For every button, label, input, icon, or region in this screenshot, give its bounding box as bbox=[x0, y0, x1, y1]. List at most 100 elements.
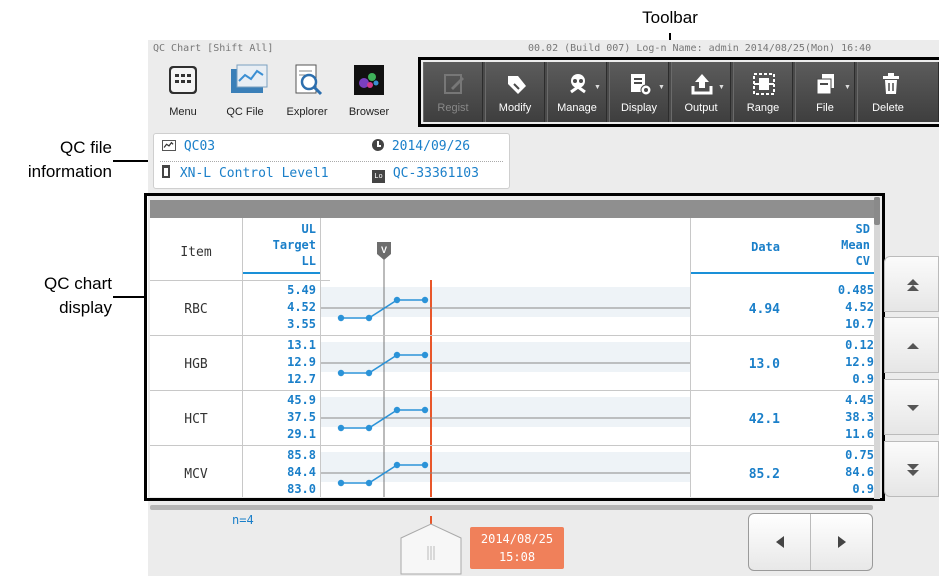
output-dropdown-arrow: ▼ bbox=[718, 84, 725, 91]
file-button[interactable]: ▼ File bbox=[795, 62, 855, 122]
manage-dropdown-arrow: ▼ bbox=[594, 84, 601, 91]
qc-info-divider bbox=[160, 161, 503, 162]
display-button[interactable]: ▼ Display bbox=[609, 62, 669, 122]
previous-button[interactable] bbox=[749, 514, 811, 570]
browser-icon bbox=[354, 65, 384, 95]
header-limits-underline bbox=[242, 272, 320, 274]
row-sd: 0.485 bbox=[837, 283, 874, 297]
annotation-qc-file-info-line bbox=[113, 160, 153, 162]
range-label: Range bbox=[746, 102, 780, 114]
grid-menu-icon bbox=[169, 66, 197, 94]
row-data-point[interactable] bbox=[365, 479, 373, 487]
output-button[interactable]: ▼ Output bbox=[671, 62, 731, 122]
clock-icon bbox=[372, 139, 384, 151]
explorer-icon bbox=[295, 64, 323, 96]
header-stats-underline bbox=[690, 272, 874, 274]
row-upper-limit: 5.49 bbox=[287, 283, 316, 297]
row-data-point[interactable] bbox=[393, 351, 401, 359]
col-divider-1 bbox=[242, 218, 243, 497]
display-settings-icon bbox=[631, 74, 652, 96]
row-sd: 4.45 bbox=[845, 393, 874, 407]
row-data-point[interactable] bbox=[421, 351, 429, 359]
row-mean: 12.9 bbox=[845, 355, 874, 369]
scroll-down-button[interactable] bbox=[884, 379, 939, 435]
delete-button[interactable]: Delete bbox=[857, 62, 939, 122]
modify-button[interactable]: Modify bbox=[485, 62, 545, 122]
scroll-bottom-button[interactable] bbox=[884, 441, 939, 497]
annotation-qc-file-info-line2: information bbox=[27, 162, 112, 181]
row-divider bbox=[150, 445, 874, 446]
regist-button[interactable]: Regist bbox=[423, 62, 483, 122]
qc-lot: QC-33361103 bbox=[392, 166, 479, 181]
file-label: File bbox=[816, 102, 834, 114]
scroll-up-button[interactable] bbox=[884, 317, 939, 373]
row-data-point[interactable] bbox=[365, 369, 373, 377]
qc-lot-row: Lo QC-33361103 bbox=[372, 163, 479, 185]
qc-chart-display: Item UL Target LL Data SD Mean CV V RBC 5… bbox=[150, 200, 874, 497]
row-data-point[interactable] bbox=[393, 296, 401, 304]
row-cv: 10.7 bbox=[845, 317, 874, 331]
window-title: QC Chart [Shift All] bbox=[153, 43, 274, 54]
row-data-point[interactable] bbox=[337, 314, 345, 322]
row-lower-limit: 12.7 bbox=[287, 372, 316, 386]
row-mean: 84.6 bbox=[845, 465, 874, 479]
menu-button-label: Menu bbox=[169, 106, 197, 118]
annotation-qc-file-info-line1: QC file bbox=[60, 138, 112, 157]
annotation-qc-chart-line2: display bbox=[59, 298, 112, 317]
status-info: 00.02 (Build 007) Log-n Name: admin 2014… bbox=[528, 43, 872, 54]
row-data-value: 4.94 bbox=[748, 302, 780, 317]
row-data-point[interactable] bbox=[337, 479, 345, 487]
row-mean: 38.3 bbox=[845, 410, 874, 424]
row-target: 37.5 bbox=[287, 410, 316, 424]
double-down-arrow-icon bbox=[907, 464, 919, 476]
browser-button[interactable]: Browser bbox=[342, 60, 396, 122]
chart-top-band bbox=[150, 200, 874, 218]
row-cv: 11.6 bbox=[845, 427, 874, 441]
range-button[interactable]: Range bbox=[733, 62, 793, 122]
horizontal-scrollbar[interactable] bbox=[150, 505, 873, 510]
cursor-handle[interactable] bbox=[399, 516, 464, 576]
double-up-arrow-icon bbox=[907, 279, 919, 291]
row-upper-limit: 45.9 bbox=[287, 393, 316, 407]
qc-file-name: QC03 bbox=[183, 139, 216, 154]
range-icon bbox=[753, 73, 775, 95]
row-data-point[interactable] bbox=[421, 406, 429, 414]
row-target: 12.9 bbox=[287, 355, 316, 369]
next-button[interactable] bbox=[811, 514, 873, 570]
menu-button[interactable]: Menu bbox=[156, 60, 210, 122]
annotation-qc-chart-line bbox=[113, 296, 145, 298]
row-data-value: 85.2 bbox=[748, 467, 780, 482]
manage-button[interactable]: ▼ Manage bbox=[547, 62, 607, 122]
qc-file-icon bbox=[231, 64, 268, 93]
sample-count: n=4 bbox=[232, 513, 254, 527]
row-cv: 0.9 bbox=[852, 482, 874, 496]
cursor-time: 15:08 bbox=[498, 550, 536, 564]
vertical-scroll-thumb[interactable] bbox=[874, 197, 880, 225]
explorer-button-label: Explorer bbox=[286, 106, 328, 118]
up-arrow-icon bbox=[907, 343, 919, 349]
down-arrow-icon bbox=[907, 405, 919, 411]
row-data-point[interactable] bbox=[365, 424, 373, 432]
qc-file-info: QC03 2014/09/26 XN-L Control Level1 Lo Q… bbox=[153, 133, 510, 189]
regist-label: Regist bbox=[437, 102, 469, 114]
row-data-point[interactable] bbox=[421, 296, 429, 304]
page-navigation bbox=[748, 513, 873, 571]
explorer-button[interactable]: Explorer bbox=[280, 60, 334, 122]
marker-v-label: V bbox=[381, 245, 387, 255]
row-data-point[interactable] bbox=[393, 461, 401, 469]
qc-date: 2014/09/26 bbox=[391, 139, 471, 154]
row-data-value: 42.1 bbox=[748, 412, 780, 427]
right-arrow-icon bbox=[838, 536, 846, 548]
vertical-scrollbar[interactable] bbox=[874, 197, 880, 499]
row-data-point[interactable] bbox=[393, 406, 401, 414]
row-divider bbox=[150, 390, 874, 391]
scroll-top-button[interactable] bbox=[884, 256, 939, 312]
row-data-point[interactable] bbox=[365, 314, 373, 322]
qc-file-button[interactable]: QC File bbox=[218, 60, 272, 122]
row-data-point[interactable] bbox=[421, 461, 429, 469]
header-ul: UL bbox=[301, 222, 316, 236]
row-data-point[interactable] bbox=[337, 424, 345, 432]
qc-file-button-label: QC File bbox=[226, 106, 264, 118]
row-data-point[interactable] bbox=[337, 369, 345, 377]
header-cv: CV bbox=[855, 254, 870, 268]
